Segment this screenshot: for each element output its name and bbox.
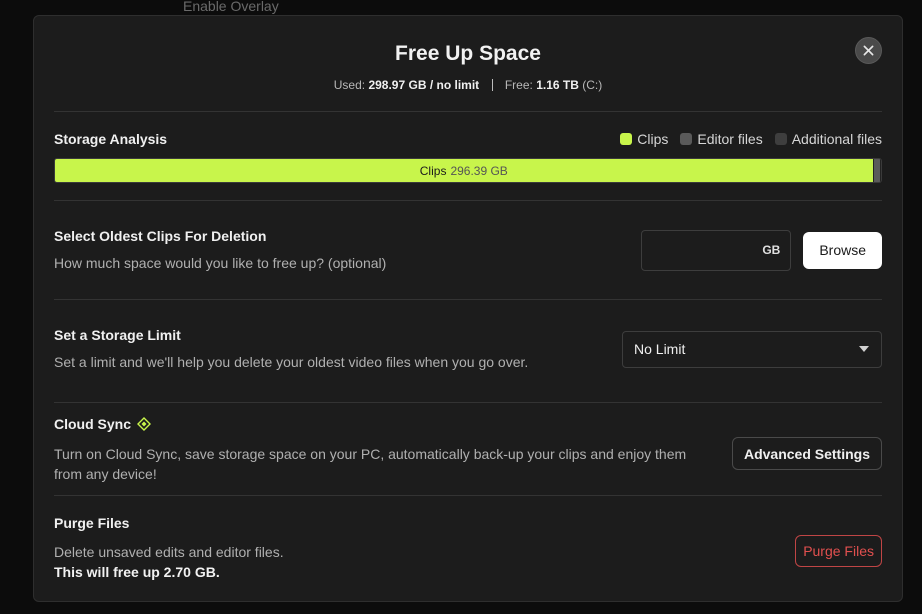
browse-button[interactable]: Browse — [803, 231, 882, 269]
storage-limit-description: Set a limit and we'll help you delete yo… — [54, 354, 529, 370]
storage-analysis-title: Storage Analysis — [54, 131, 168, 147]
free-label: Free: — [504, 78, 533, 92]
storage-limit-section: Set a Storage Limit Set a limit and we'l… — [54, 300, 882, 402]
storage-analysis-section: Storage Analysis Clips Editor files Addi… — [54, 112, 882, 200]
legend-swatch-editor-files — [680, 133, 693, 145]
legend-swatch-additional-files — [774, 133, 787, 145]
used-value: 298.97 GB / no limit — [368, 78, 480, 92]
storage-bar: Clips 296.39 GB — [54, 158, 882, 183]
legend-item-additional-files: Additional files — [774, 131, 882, 147]
gb-unit-label: GB — [762, 243, 781, 257]
purge-files-button[interactable]: Purge Files — [795, 535, 882, 567]
legend-item-clips: Clips — [620, 131, 668, 147]
purge-files-description: Delete unsaved edits and editor files. — [54, 544, 284, 560]
drive-label: (C:) — [582, 78, 603, 92]
legend-label-additional-files: Additional files — [791, 131, 882, 147]
storage-bar-additional-files — [880, 159, 881, 182]
used-label: Used: — [333, 78, 366, 92]
legend-swatch-clips — [620, 133, 633, 145]
storage-limit-selected: No Limit — [634, 341, 686, 357]
cloud-sync-section: Cloud Sync Turn on Cloud Sync, save stor… — [54, 403, 882, 495]
close-button[interactable] — [855, 37, 882, 64]
diamond-icon — [137, 417, 152, 431]
cloud-sync-description: Turn on Cloud Sync, save storage space o… — [54, 446, 687, 482]
free-space-input[interactable] — [642, 242, 763, 258]
free-up-space-modal: Free Up Space Used: 298.97 GB / no limit… — [33, 15, 903, 602]
modal-title: Free Up Space — [395, 42, 541, 65]
storage-limit-title: Set a Storage Limit — [54, 327, 181, 343]
purge-files-section: Purge Files Delete unsaved edits and edi… — [54, 496, 882, 582]
oldest-clips-section: Select Oldest Clips For Deletion How muc… — [54, 201, 882, 299]
usage-divider — [491, 79, 493, 91]
legend-item-editor-files: Editor files — [680, 131, 763, 147]
usage-summary: Used: 298.97 GB / no limit Free: 1.16 TB… — [54, 77, 882, 93]
purge-files-title: Purge Files — [54, 515, 130, 531]
legend-label-clips: Clips — [637, 131, 669, 147]
free-value: 1.16 TB — [536, 78, 579, 92]
close-icon — [863, 45, 874, 56]
storage-legend: Clips Editor files Additional files — [620, 131, 882, 147]
caret-down-icon — [859, 346, 869, 352]
bar-clips-label: Clips — [419, 163, 447, 178]
storage-bar-clips: Clips 296.39 GB — [55, 159, 873, 182]
advanced-settings-button[interactable]: Advanced Settings — [731, 437, 882, 470]
oldest-clips-description: How much space would you like to free up… — [54, 255, 387, 271]
storage-bar-editor-files — [872, 159, 880, 182]
storage-limit-select[interactable]: No Limit — [622, 330, 882, 368]
bar-clips-value: 296.39 GB — [450, 163, 508, 178]
oldest-clips-title: Select Oldest Clips For Deletion — [54, 228, 267, 244]
cloud-sync-title: Cloud Sync — [54, 416, 132, 432]
purge-free-up-text: This will free up 2.70 GB. — [54, 564, 220, 580]
background-overlay-label: Enable Overlay — [183, 0, 279, 14]
free-space-gb-field[interactable]: GB — [641, 229, 792, 271]
legend-label-editor-files: Editor files — [697, 131, 763, 147]
